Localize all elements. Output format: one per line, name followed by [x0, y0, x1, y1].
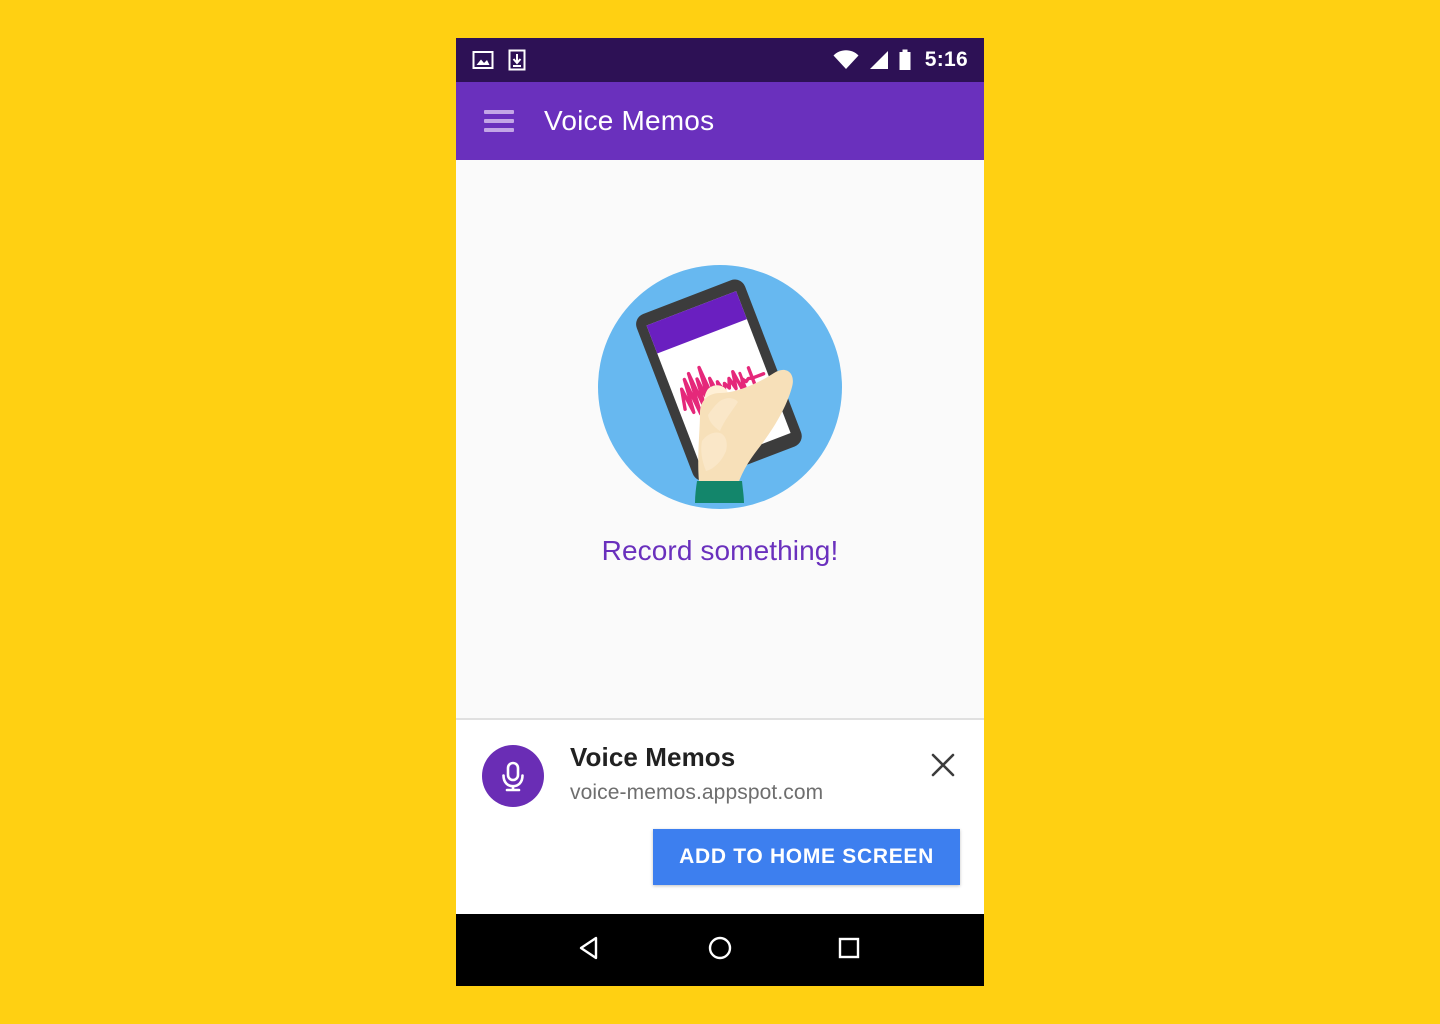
recents-square-icon — [834, 933, 864, 968]
cellular-signal-icon — [868, 50, 889, 70]
back-button[interactable] — [567, 926, 615, 974]
hand-holding-phone-recording-illustration — [598, 265, 842, 509]
back-triangle-icon — [576, 933, 606, 968]
install-banner-app-url: voice-memos.appspot.com — [570, 781, 824, 805]
install-banner-action-row: ADD TO HOME SCREEN — [482, 829, 960, 885]
recents-button[interactable] — [825, 926, 873, 974]
image-icon — [472, 49, 494, 71]
download-icon — [508, 49, 526, 71]
home-button[interactable] — [696, 926, 744, 974]
app-bar: Voice Memos — [456, 82, 984, 160]
empty-state-label: Record something! — [601, 535, 839, 566]
install-banner: Voice Memos voice-memos.appspot.com ADD … — [456, 718, 984, 914]
main-content: Record something! — [456, 160, 984, 718]
install-banner-app-name: Voice Memos — [570, 742, 736, 772]
battery-icon — [898, 49, 912, 71]
wifi-icon — [833, 50, 859, 70]
status-bar-right-icons: 5:16 — [833, 48, 968, 72]
add-to-home-screen-button[interactable]: ADD TO HOME SCREEN — [653, 829, 960, 885]
home-circle-icon — [705, 933, 735, 968]
hamburger-menu-icon[interactable] — [484, 110, 514, 132]
hamburger-line — [484, 128, 514, 132]
status-bar-left-icons — [472, 49, 526, 71]
status-bar: 5:16 — [456, 38, 984, 82]
app-bar-title: Voice Memos — [544, 105, 715, 136]
install-banner-text: Voice Memos voice-memos.appspot.com — [570, 742, 926, 805]
hamburger-line — [484, 119, 514, 123]
phone-screen: 5:16 Voice Memos Record something! Voice… — [456, 38, 984, 986]
microphone-icon — [482, 745, 544, 807]
status-bar-clock: 5:16 — [924, 48, 968, 71]
close-icon[interactable] — [926, 748, 960, 782]
install-banner-info-row: Voice Memos voice-memos.appspot.com — [482, 742, 960, 807]
android-navigation-bar — [456, 914, 984, 986]
hamburger-line — [484, 110, 514, 114]
